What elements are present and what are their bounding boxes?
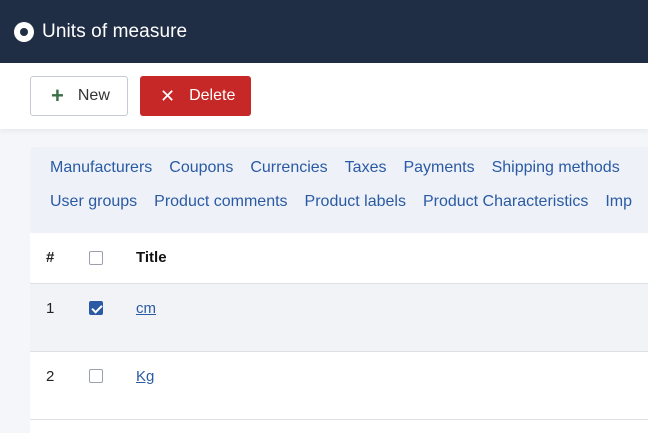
page-title: Units of measure bbox=[42, 20, 188, 42]
submenu-link-payments[interactable]: Payments bbox=[403, 159, 474, 176]
column-header-number: # bbox=[46, 249, 55, 266]
submenu-link-coupons[interactable]: Coupons bbox=[169, 159, 233, 176]
toolbar: + New ✕ Delete bbox=[0, 63, 648, 129]
new-button-label: New bbox=[77, 87, 110, 104]
submenu-links: Manufacturers Coupons Currencies Taxes Payme… bbox=[30, 147, 648, 233]
submenu-link-product-characteristics[interactable]: Product Characteristics bbox=[423, 193, 588, 210]
row-checkbox[interactable] bbox=[89, 369, 103, 383]
submenu-link-import[interactable]: Imp bbox=[605, 193, 632, 210]
row-checkbox[interactable] bbox=[89, 301, 103, 315]
submenu-link-manufacturers[interactable]: Manufacturers bbox=[50, 159, 152, 176]
delete-button-label: Delete bbox=[189, 87, 236, 104]
table-row: 2 Kg bbox=[30, 352, 648, 420]
submenu-link-currencies[interactable]: Currencies bbox=[250, 159, 327, 176]
units-table: # Title 1 cm 2 Kg bbox=[30, 233, 648, 433]
table-header: # Title bbox=[30, 233, 648, 284]
row-number: 2 bbox=[46, 368, 55, 385]
select-all-checkbox[interactable] bbox=[89, 251, 103, 265]
x-icon: ✕ bbox=[160, 86, 176, 106]
top-header: Units of measure bbox=[0, 0, 648, 63]
submenu-link-user-groups[interactable]: User groups bbox=[50, 193, 137, 210]
submenu-row-2: User groups Product comments Product label… bbox=[50, 193, 648, 211]
joomla-logo-icon bbox=[14, 21, 34, 42]
delete-button[interactable]: ✕ Delete bbox=[140, 76, 251, 116]
new-button[interactable]: + New bbox=[30, 76, 128, 116]
table-row: 1 cm bbox=[30, 284, 648, 352]
submenu-link-shipping-methods[interactable]: Shipping methods bbox=[492, 159, 620, 176]
submenu-link-product-comments[interactable]: Product comments bbox=[154, 193, 287, 210]
row-number: 1 bbox=[46, 300, 55, 317]
submenu-row-1: Manufacturers Coupons Currencies Taxes Payme… bbox=[50, 159, 637, 177]
plus-icon: + bbox=[51, 83, 64, 108]
submenu-link-taxes[interactable]: Taxes bbox=[345, 159, 387, 176]
submenu-link-product-labels[interactable]: Product labels bbox=[305, 193, 406, 210]
row-title-link[interactable]: Kg bbox=[136, 368, 154, 385]
row-title-link[interactable]: cm bbox=[136, 300, 156, 317]
column-header-title[interactable]: Title bbox=[136, 249, 167, 266]
